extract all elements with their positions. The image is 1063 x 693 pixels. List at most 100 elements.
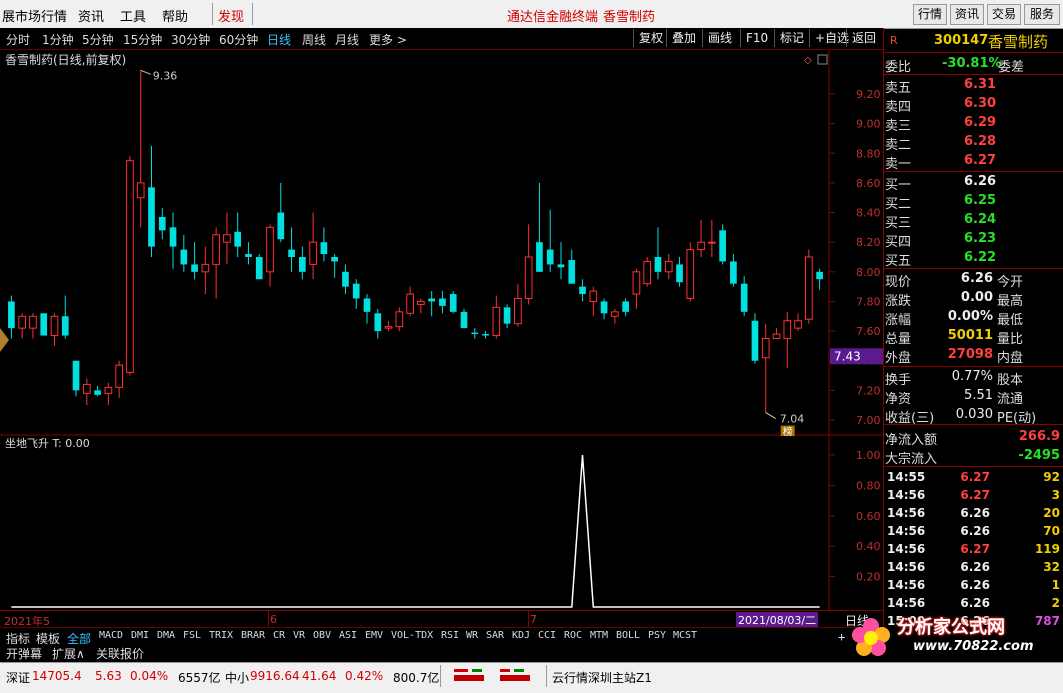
sz-index-amount: 6557亿 — [178, 671, 221, 685]
tab-vr[interactable]: VR — [293, 630, 305, 641]
f10-button[interactable]: F10 — [740, 29, 768, 47]
price-tick-label: 8.00 — [856, 266, 881, 279]
trade-button[interactable]: 交易 — [987, 4, 1021, 25]
menu-tools[interactable]: 工具 — [120, 6, 146, 25]
tab-rsi[interactable]: RSI — [441, 630, 459, 641]
period-15min[interactable]: 15分钟 — [123, 31, 162, 48]
tab-dma[interactable]: DMA — [157, 630, 175, 641]
menu-news[interactable]: 资讯 — [78, 6, 104, 25]
menu-discover[interactable]: 发现 — [218, 6, 244, 25]
mark-button[interactable]: 标记 — [774, 29, 804, 47]
news-button[interactable]: 资讯 — [950, 4, 984, 25]
candle-body — [611, 311, 619, 317]
tab-cci[interactable]: CCI — [538, 630, 556, 641]
tab-obv[interactable]: OBV — [313, 630, 331, 641]
overlay-button[interactable]: 叠加 — [666, 29, 696, 47]
candle-body — [94, 390, 101, 395]
period-60min[interactable]: 60分钟 — [219, 31, 258, 48]
indicator-chart[interactable]: 1.00 0.80 0.60 0.40 0.20 坐地飞升 T: 0.00 — [0, 436, 883, 610]
candle-body — [579, 286, 586, 295]
bid-row: 买五 6.22 — [884, 248, 1063, 269]
current-date-tag: 2021/08/03/二 — [736, 612, 819, 628]
candle-body — [643, 260, 652, 285]
candle-body — [8, 301, 15, 329]
period-timeshare[interactable]: 分时 — [6, 31, 30, 48]
tab-cr[interactable]: CR — [273, 630, 285, 641]
danmaku-toggle[interactable]: 开弹幕 — [6, 645, 42, 662]
server-name[interactable]: 云行情深圳主站Z1 — [552, 669, 652, 686]
back-button[interactable]: 返回 — [846, 29, 876, 47]
period-30min[interactable]: 30分钟 — [171, 31, 210, 48]
period-more[interactable]: 更多 > — [369, 31, 407, 48]
tick-row: 14:56 6.26 2 — [884, 594, 1063, 613]
service-button[interactable]: 服务 — [1024, 4, 1060, 25]
period-daily[interactable]: 日线 — [267, 31, 291, 48]
tab-roc[interactable]: ROC — [564, 630, 582, 641]
tab-fsl[interactable]: FSL — [183, 630, 201, 641]
zx-index-pct: 0.42% — [345, 669, 384, 683]
diamond-icon[interactable]: ◇ — [804, 55, 812, 66]
tab-wr[interactable]: WR — [466, 630, 478, 641]
flow-value: 266.9 — [1018, 429, 1060, 444]
tab-kdj[interactable]: KDJ — [512, 630, 530, 641]
tab-mtm[interactable]: MTM — [590, 630, 608, 641]
tick-row: 14:56 6.26 32 — [884, 558, 1063, 577]
tab-asi[interactable]: ASI — [339, 630, 357, 641]
stat-value: 0.00 — [960, 290, 993, 305]
tick-row: 14:56 6.27 119 — [884, 540, 1063, 559]
flow-value: -2495 — [1018, 448, 1060, 463]
period-monthly[interactable]: 月线 — [335, 31, 359, 48]
weicha-label: 委差 — [998, 60, 1025, 75]
tab-psy[interactable]: PSY — [648, 630, 666, 641]
candle-body — [40, 313, 48, 336]
candle-body — [740, 283, 748, 312]
tab-mcst[interactable]: MCST — [673, 630, 697, 641]
ask-price: 6.29 — [964, 115, 997, 130]
tick-row: 14:56 6.26 1 — [884, 576, 1063, 595]
tab-boll[interactable]: BOLL — [616, 630, 640, 641]
candle-body — [331, 257, 339, 262]
expand-toggle[interactable]: 扩展∧ — [52, 645, 85, 662]
watermark-name: 分析家公式网 — [897, 617, 1005, 638]
related-quotes-toggle[interactable]: 关联报价 — [96, 645, 144, 662]
candle-body — [482, 334, 489, 336]
stat-row: 涨幅 0.00% 最低 — [884, 307, 1063, 328]
bid-row: 买四 6.23 — [884, 229, 1063, 250]
tab-brar[interactable]: BRAR — [241, 630, 265, 641]
ask-price: 6.28 — [964, 134, 997, 149]
restore-rights-button[interactable]: 复权 — [633, 29, 663, 47]
menu-market[interactable]: 展市场行情 — [2, 6, 67, 25]
candle-body — [29, 315, 37, 329]
quote-button[interactable]: 行情 — [913, 4, 947, 25]
tab-emv[interactable]: EMV — [365, 630, 383, 641]
candle-body — [536, 242, 543, 272]
period-1min[interactable]: 1分钟 — [42, 31, 74, 48]
divider — [884, 424, 1063, 425]
candle-body — [50, 315, 59, 337]
watermark-url: www.70822.com — [913, 639, 1034, 654]
tab-vol-tdx[interactable]: VOL-TDX — [391, 630, 433, 641]
extension-bar: 开弹幕 扩展∧ 关联报价 — [0, 644, 883, 662]
tab-add-button[interactable]: + — [838, 630, 845, 644]
tab-trix[interactable]: TRIX — [209, 630, 233, 641]
draw-line-button[interactable]: 画线 — [702, 29, 732, 47]
tick-volume: 2 — [1051, 596, 1060, 610]
period-5min[interactable]: 5分钟 — [82, 31, 114, 48]
tab-sar[interactable]: SAR — [486, 630, 504, 641]
current-price-label: 7.43 — [834, 349, 861, 363]
tab-macd[interactable]: MACD — [99, 630, 123, 641]
candle-body — [395, 311, 404, 328]
candle-body — [72, 360, 80, 391]
app-title: 通达信金融终端 — [507, 10, 599, 25]
period-weekly[interactable]: 周线 — [302, 31, 326, 48]
tick-row: 14:56 6.26 70 — [884, 522, 1063, 541]
candle — [643, 257, 652, 287]
chart-title: 香雪制药(日线,前复权) — [5, 52, 126, 67]
menu-help[interactable]: 帮助 — [162, 6, 188, 25]
candle-body — [568, 259, 576, 284]
tab-dmi[interactable]: DMI — [131, 630, 149, 641]
add-watchlist-button[interactable]: +自选 — [809, 29, 849, 47]
candlestick-chart[interactable]: 9.209.008.808.608.408.208.007.807.607.40… — [0, 50, 883, 436]
bid-level-label: 买五 — [885, 254, 912, 269]
tick-row: 14:56 6.27 3 — [884, 486, 1063, 505]
